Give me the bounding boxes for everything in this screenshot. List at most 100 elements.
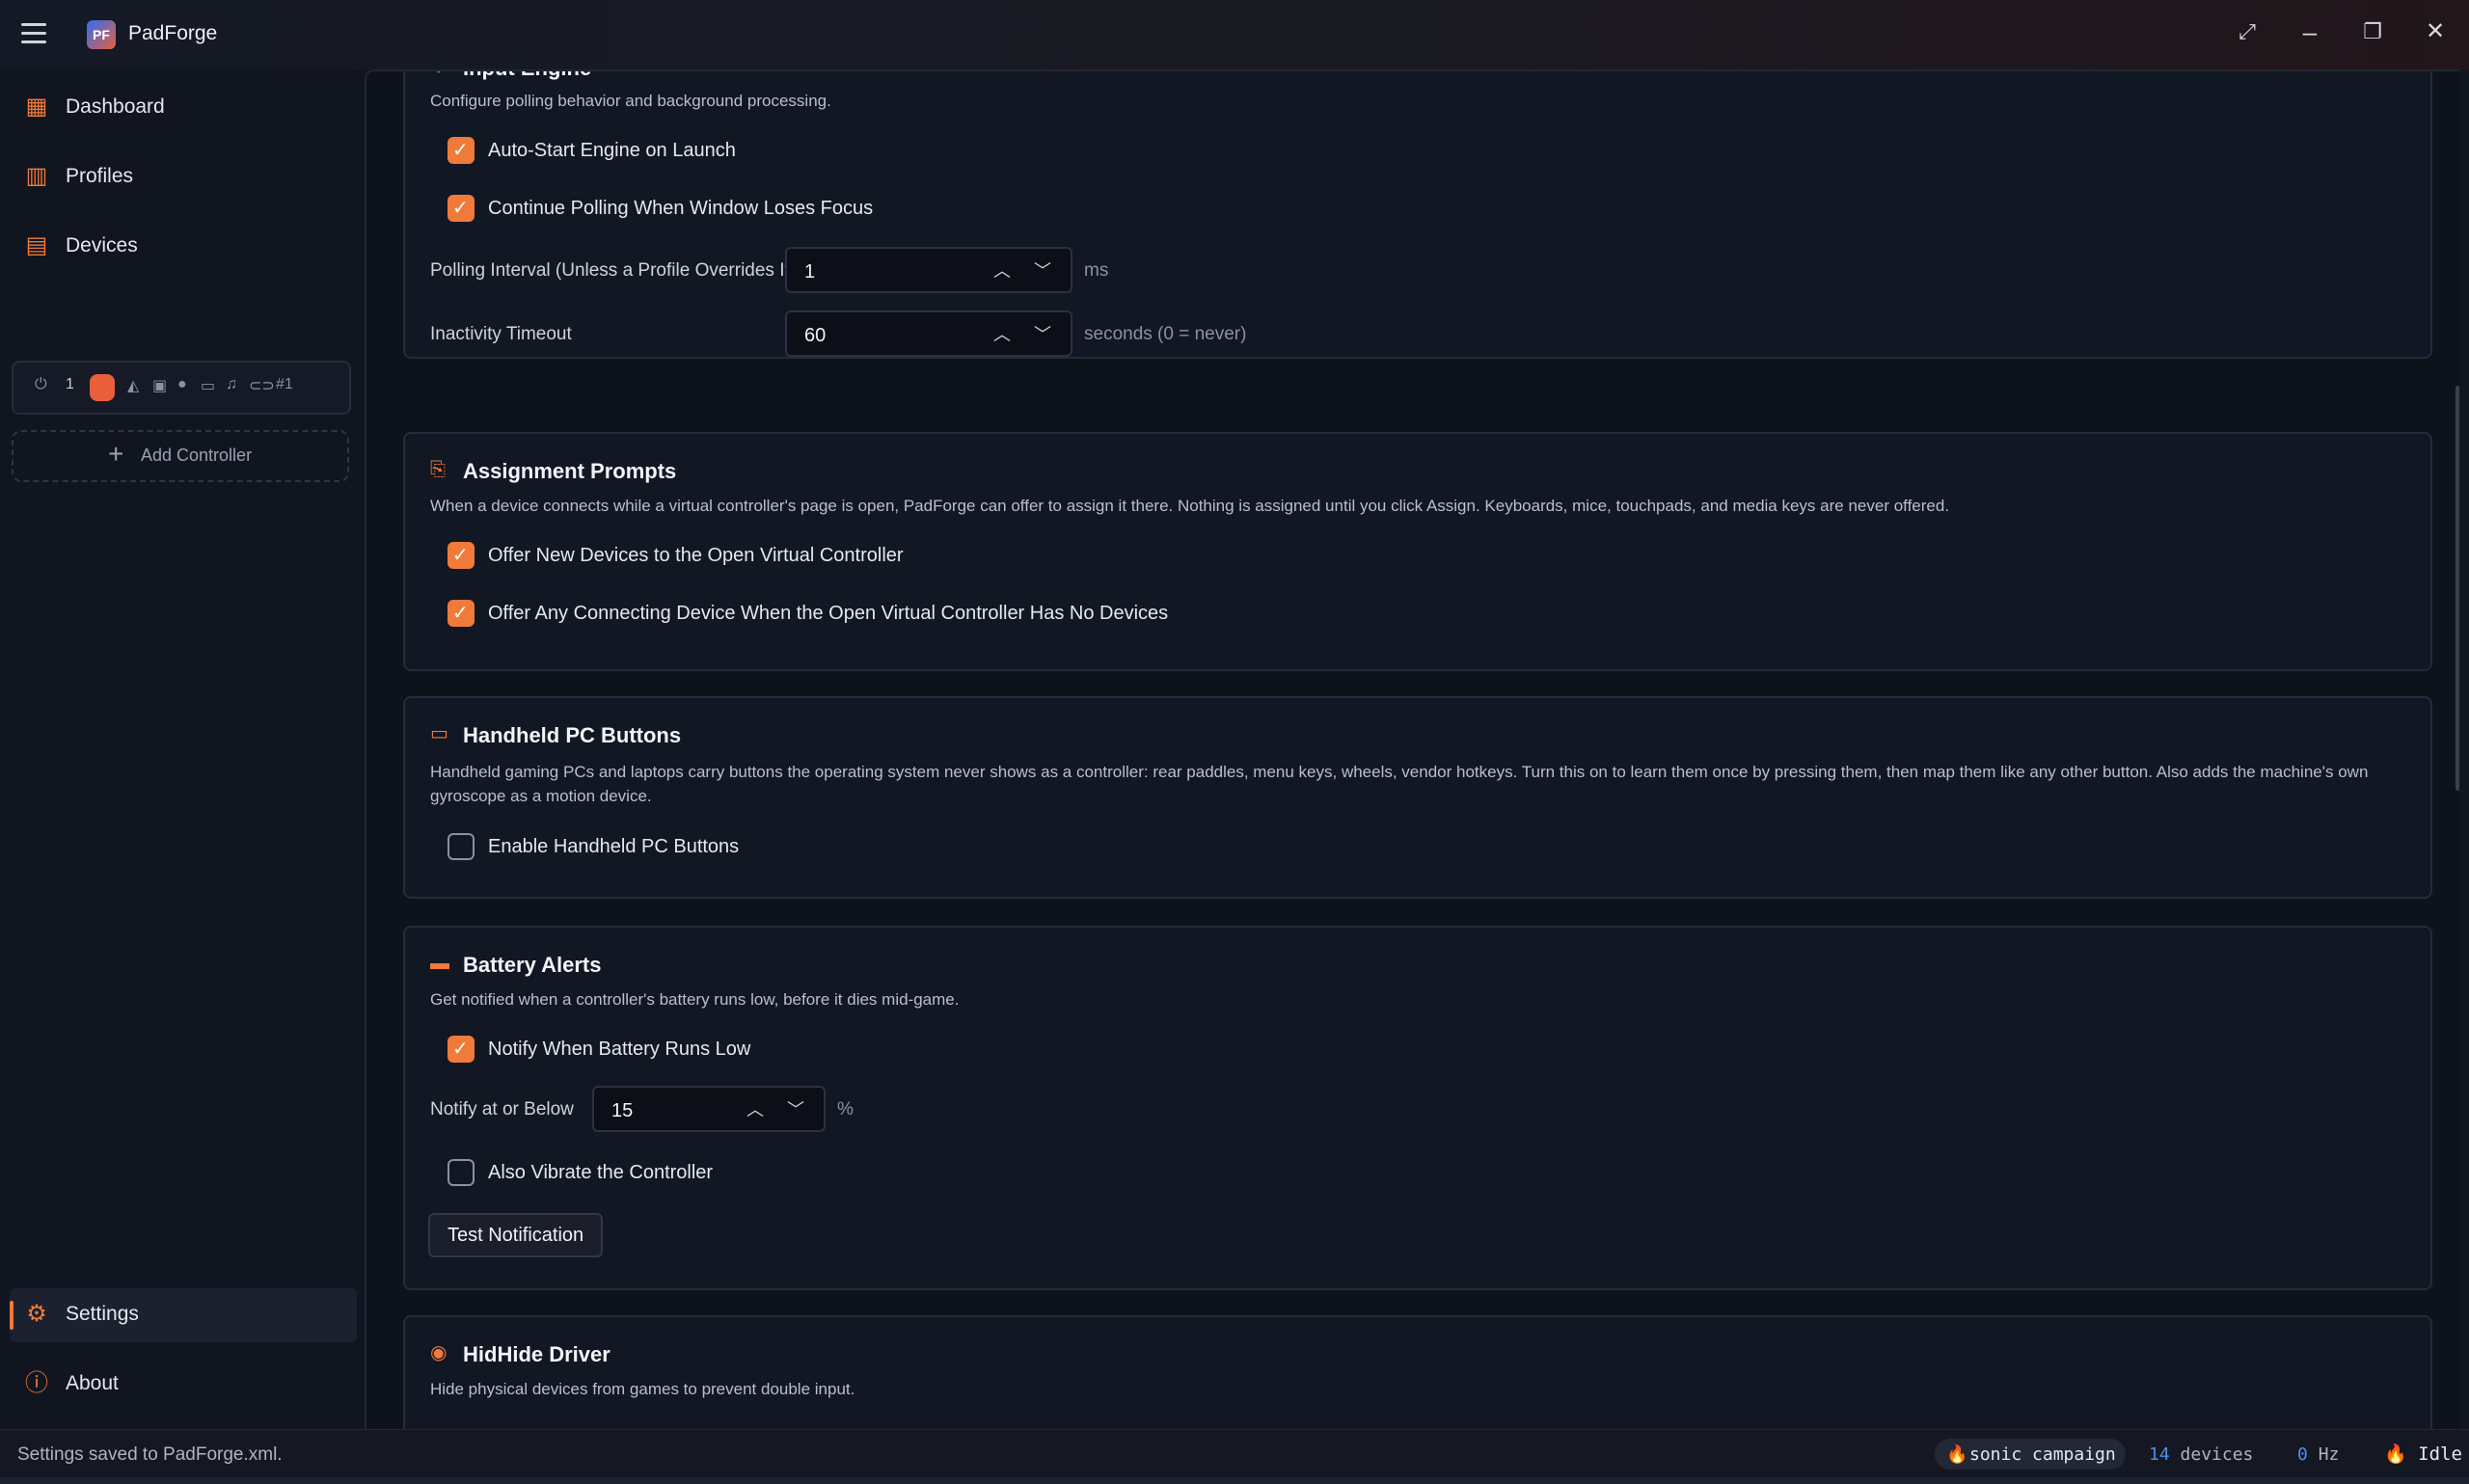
devices-count-label: devices xyxy=(2180,1444,2254,1465)
checkbox-label: Auto-Start Engine on Launch xyxy=(488,140,736,161)
sidebar-item-label: Settings xyxy=(66,1303,139,1325)
settings-content[interactable]: ⚙ Input Engine Configure polling behavio… xyxy=(365,69,2459,1431)
battery-threshold-label: Notify at or Below xyxy=(430,1099,574,1120)
battery-alerts-card: ▬ Battery Alerts Get notified when a con… xyxy=(403,926,2432,1290)
card-title: Handheld PC Buttons xyxy=(463,723,682,747)
polling-rate: 0 Hz xyxy=(2297,1444,2339,1465)
assignment-prompts-card: ⎘ Assignment Prompts When a device conne… xyxy=(403,432,2432,671)
dashboard-icon: ▦ xyxy=(25,94,48,120)
devices-count-value: 14 xyxy=(2149,1444,2170,1465)
user-icon: ● xyxy=(177,376,187,392)
chevron-down-icon[interactable]: ﹀ xyxy=(1030,322,1055,347)
chevron-up-icon[interactable]: ︿ xyxy=(990,258,1015,283)
sidebar-item-label: Devices xyxy=(66,234,138,256)
polling-rate-value: 0 xyxy=(2297,1444,2308,1465)
title-bar: PF PadForge ⤢ – ❐ ✕ xyxy=(0,0,2469,69)
controller-slot[interactable]: ⏻ 1 ◭ ▣ ● ▭ ♫ ⊂⊃ #1 xyxy=(12,361,351,415)
flame-icon: 🔥 xyxy=(1946,1444,1968,1464)
laptop-icon: ▭ xyxy=(430,723,448,744)
minimize-button[interactable]: – xyxy=(2287,10,2333,54)
checkbox-checked[interactable] xyxy=(448,195,475,222)
test-notification-button[interactable]: Test Notification xyxy=(428,1213,604,1257)
chevron-down-icon[interactable]: ﹀ xyxy=(783,1097,808,1122)
assignment-icon: ⎘ xyxy=(430,459,446,480)
power-icon: ⏻ xyxy=(35,376,47,392)
checkbox-label: Offer New Devices to the Open Virtual Co… xyxy=(488,545,904,566)
status-message: Settings saved to PadForge.xml. xyxy=(17,1444,283,1465)
playstation-icon: ◭ xyxy=(127,378,140,394)
slot-index: 1 xyxy=(66,376,74,392)
checkbox-label: Offer Any Connecting Device When the Ope… xyxy=(488,603,1169,624)
sidebar-item-about[interactable]: ⓘ About xyxy=(10,1358,357,1412)
devices-count: 14 devices xyxy=(2149,1444,2253,1465)
chevron-down-icon[interactable]: ﹀ xyxy=(1030,258,1055,283)
inactivity-timeout-label: Inactivity Timeout xyxy=(430,324,572,344)
hamburger-menu-icon[interactable] xyxy=(21,23,46,46)
polling-interval-stepper[interactable]: 1 ︿ ﹀ xyxy=(785,247,1072,293)
checkbox-checked[interactable] xyxy=(448,600,475,627)
devices-icon: ▤ xyxy=(25,232,48,258)
sidebar-item-profiles[interactable]: ▥ Profiles xyxy=(10,150,357,204)
card-description: Hide physical devices from games to prev… xyxy=(430,1380,855,1398)
xbox-controller-icon xyxy=(90,374,115,401)
stepper-value[interactable]: 15 xyxy=(611,1100,633,1122)
engine-icon: ⚙ xyxy=(430,71,451,77)
chevron-up-icon[interactable]: ︿ xyxy=(743,1097,768,1122)
card-description: Handheld gaming PCs and laptops carry bu… xyxy=(430,763,2369,805)
add-controller-button[interactable]: + Add Controller xyxy=(12,430,349,482)
checkbox-label: Continue Polling When Window Loses Focus xyxy=(488,198,874,219)
taskbar-strip xyxy=(0,1477,2469,1484)
restore-button[interactable]: ❐ xyxy=(2349,10,2396,54)
battery-threshold-stepper[interactable]: 15 ︿ ﹀ xyxy=(592,1086,826,1132)
polling-unit: ms xyxy=(1084,260,1109,281)
sidebar-item-label: Profiles xyxy=(66,165,134,187)
info-icon: ⓘ xyxy=(25,1370,48,1396)
app-logo: PF xyxy=(87,20,116,49)
app-title: PadForge xyxy=(128,22,218,44)
inactivity-timeout-stepper[interactable]: 60 ︿ ﹀ xyxy=(785,310,1072,357)
checkbox-label: Also Vibrate the Controller xyxy=(488,1162,714,1183)
add-controller-label: Add Controller xyxy=(141,445,253,465)
sidebar-item-dashboard[interactable]: ▦ Dashboard xyxy=(10,81,357,135)
input-engine-card: ⚙ Input Engine Configure polling behavio… xyxy=(403,71,2432,359)
polling-rate-label: Hz xyxy=(2318,1444,2340,1465)
chevron-up-icon[interactable]: ︿ xyxy=(990,322,1015,347)
midi-icon: ♫ xyxy=(226,376,237,392)
sidebar-item-settings[interactable]: ⚙ Settings xyxy=(10,1288,357,1342)
close-button[interactable]: ✕ xyxy=(2412,10,2458,54)
fullscreen-icon[interactable]: ⤢ xyxy=(2224,10,2270,54)
eye-hide-icon: ◉ xyxy=(430,1342,448,1363)
checkbox-checked[interactable] xyxy=(448,1036,475,1063)
stepper-value[interactable]: 1 xyxy=(804,261,815,283)
checkbox-unchecked[interactable] xyxy=(448,833,475,860)
flame-icon: 🔥 xyxy=(2384,1444,2407,1465)
hidhide-driver-card: ◉ HidHide Driver Hide physical devices f… xyxy=(403,1315,2432,1431)
sidebar-item-label: About xyxy=(66,1372,119,1394)
status-bar: Settings saved to PadForge.xml. 🔥 sonic … xyxy=(0,1429,2469,1478)
sidebar: ▦ Dashboard ▥ Profiles ▤ Devices ⏻ 1 ◭ ▣… xyxy=(0,69,362,1429)
battery-icon: ▬ xyxy=(430,953,449,974)
battery-threshold-unit: % xyxy=(837,1099,854,1120)
profile-name: sonic campaign xyxy=(1969,1444,2116,1465)
scrollbar-thumb[interactable] xyxy=(2455,386,2459,791)
checkbox-label: Enable Handheld PC Buttons xyxy=(488,836,740,857)
profiles-icon: ▥ xyxy=(25,163,48,189)
polling-interval-label: Polling Interval (Unless a Profile Overr… xyxy=(430,260,797,281)
card-description: Configure polling behavior and backgroun… xyxy=(430,92,831,110)
slot-tag: #1 xyxy=(276,376,293,392)
card-description: When a device connects while a virtual c… xyxy=(430,497,1950,515)
sidebar-item-devices[interactable]: ▤ Devices xyxy=(10,220,357,274)
checkbox-checked[interactable] xyxy=(448,137,475,164)
engine-state: 🔥 Idle xyxy=(2384,1443,2462,1465)
keyboard-icon: ▭ xyxy=(201,378,216,394)
checkbox-checked[interactable] xyxy=(448,542,475,569)
card-title: Battery Alerts xyxy=(463,953,602,977)
card-title: Assignment Prompts xyxy=(463,459,677,483)
stepper-value[interactable]: 60 xyxy=(804,325,826,347)
handheld-buttons-card: ▭ Handheld PC Buttons Handheld gaming PC… xyxy=(403,696,2432,899)
engine-state-label: Idle xyxy=(2418,1444,2462,1465)
switch-icon: ▣ xyxy=(152,378,168,394)
checkbox-unchecked[interactable] xyxy=(448,1159,475,1186)
active-profile-chip[interactable]: 🔥 sonic campaign xyxy=(1935,1439,2126,1470)
card-description: Get notified when a controller's battery… xyxy=(430,990,960,1009)
